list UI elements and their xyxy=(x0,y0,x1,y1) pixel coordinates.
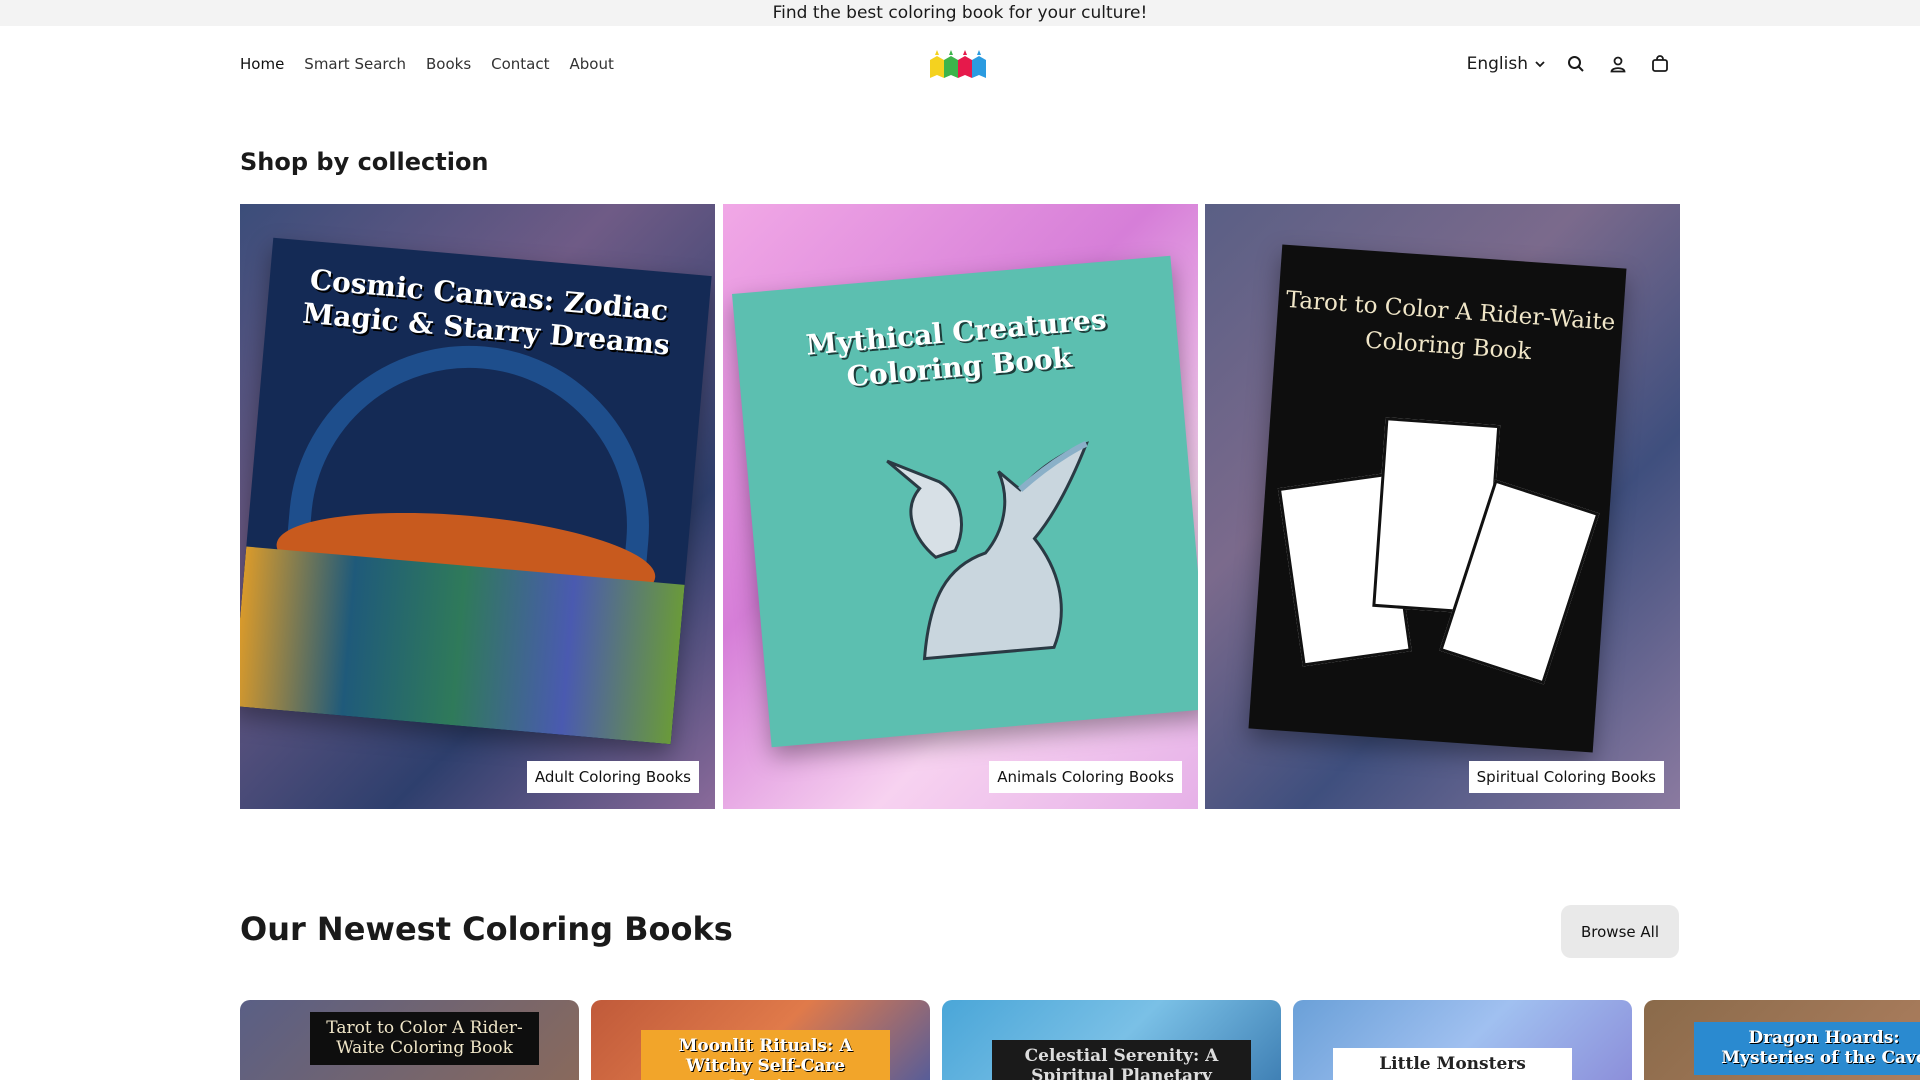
collection-label[interactable]: Animals Coloring Books xyxy=(989,761,1182,793)
product-card[interactable]: Little Monsters xyxy=(1293,1000,1632,1080)
cover-title: Tarot to Color A Rider-Waite Coloring Bo… xyxy=(1285,286,1617,365)
site-header: Home Smart Search Books Contact About En… xyxy=(0,26,1920,102)
nav-contact[interactable]: Contact xyxy=(491,55,549,73)
product-card[interactable]: Celestial Serenity: A Spiritual Planetar… xyxy=(942,1000,1281,1080)
cover-title: Moonlit Rituals: A Witchy Self-Care Colo… xyxy=(641,1030,890,1080)
announcement-bar: Find the best coloring book for your cul… xyxy=(0,0,1920,26)
language-label: English xyxy=(1466,54,1528,74)
browse-all-button[interactable]: Browse All xyxy=(1561,905,1679,958)
account-icon xyxy=(1610,56,1626,73)
book-cover: Cosmic Canvas: Zodiac Magic & Starry Dre… xyxy=(240,237,712,745)
collection-animals[interactable]: Mythical Creatures Coloring Book Animals… xyxy=(723,204,1198,809)
language-selector[interactable]: English xyxy=(1467,54,1546,74)
nav-about[interactable]: About xyxy=(570,55,614,73)
nav-home[interactable]: Home xyxy=(240,55,284,73)
header-actions: English xyxy=(1467,26,1672,102)
search-icon xyxy=(1568,56,1584,72)
cover-title: Little Monsters xyxy=(1333,1048,1572,1080)
product-card[interactable]: Dragon Hoards: Mysteries of the Cave xyxy=(1644,1000,1920,1080)
account-button[interactable] xyxy=(1606,52,1630,76)
cover-title: Dragon Hoards: Mysteries of the Cave xyxy=(1694,1022,1920,1075)
product-card[interactable]: Tarot to Color A Rider-Waite Coloring Bo… xyxy=(240,1000,579,1080)
collection-label[interactable]: Spiritual Coloring Books xyxy=(1468,761,1664,793)
nav-books[interactable]: Books xyxy=(426,55,471,73)
cart-button[interactable] xyxy=(1648,52,1672,76)
collection-spiritual[interactable]: Tarot to Color A Rider-Waite Coloring Bo… xyxy=(1205,204,1680,809)
newest-title: Our Newest Coloring Books xyxy=(240,910,733,948)
collection-adult[interactable]: Cosmic Canvas: Zodiac Magic & Starry Dre… xyxy=(240,204,715,809)
logo-icon xyxy=(930,50,986,78)
cart-icon xyxy=(1652,55,1668,72)
cover-title: Mythical Creatures Coloring Book xyxy=(804,302,1108,394)
main-nav: Home Smart Search Books Contact About xyxy=(240,26,614,102)
cover-title: Celestial Serenity: A Spiritual Planetar… xyxy=(992,1040,1251,1080)
collections-title: Shop by collection xyxy=(240,148,489,176)
logo[interactable] xyxy=(928,48,992,80)
search-button[interactable] xyxy=(1564,52,1588,76)
chevron-down-icon xyxy=(1535,61,1545,68)
book-cover: Mythical Creatures Coloring Book xyxy=(732,255,1198,748)
nav-smart-search[interactable]: Smart Search xyxy=(304,55,406,73)
book-cover: Tarot to Color A Rider-Waite Coloring Bo… xyxy=(1248,244,1627,753)
collection-label[interactable]: Adult Coloring Books xyxy=(526,761,699,793)
cover-title: Tarot to Color A Rider-Waite Coloring Bo… xyxy=(310,1012,539,1065)
unicorn-illustration xyxy=(886,440,1089,661)
announcement-text: Find the best coloring book for your cul… xyxy=(772,3,1148,23)
product-card[interactable]: Moonlit Rituals: A Witchy Self-Care Colo… xyxy=(591,1000,930,1080)
